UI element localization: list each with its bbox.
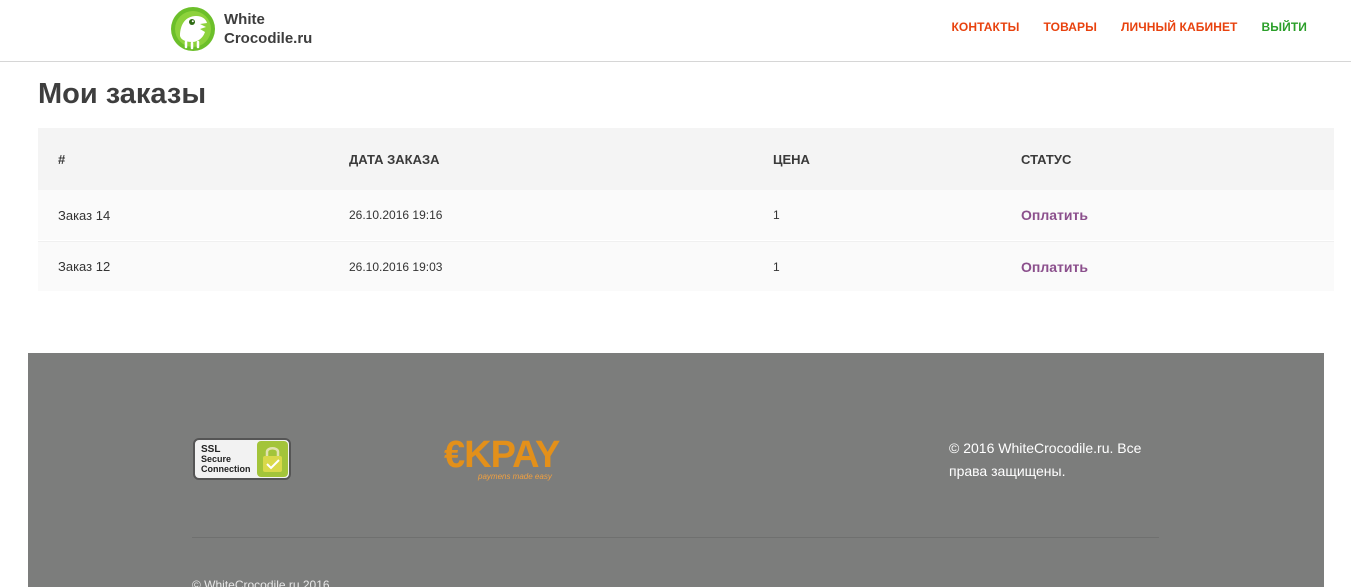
main-nav: КОНТАКТЫ ТОВАРЫ ЛИЧНЫЙ КАБИНЕТ ВЫЙТИ [951, 20, 1307, 34]
ssl-line-3: Connection [201, 464, 251, 474]
table-row: Заказ 12 26.10.2016 19:03 1 Оплатить [38, 241, 1334, 292]
logo-line-1: White [224, 11, 265, 28]
order-price: 1 [773, 259, 780, 274]
pay-link[interactable]: Оплатить [1021, 259, 1088, 275]
crocodile-logo-icon [171, 7, 215, 51]
column-header-price: ЦЕНА [773, 151, 810, 167]
table-row: Заказ 14 26.10.2016 19:16 1 Оплатить [38, 190, 1334, 241]
column-header-date: ДАТА ЗАКАЗА [349, 151, 440, 167]
footer-bottom-text: © WhiteCrocodile.ru 2016 [192, 578, 330, 587]
pay-link[interactable]: Оплатить [1021, 207, 1088, 223]
okpay-logo: €KPAY paymens made easy [444, 434, 561, 481]
footer-divider [192, 537, 1159, 538]
footer-copyright: © 2016 WhiteCrocodile.ru. Все права защи… [949, 440, 1142, 479]
site-header: White Crocodile.ru КОНТАКТЫ ТОВАРЫ ЛИЧНЫ… [0, 0, 1351, 62]
table-header-row: # ДАТА ЗАКАЗА ЦЕНА СТАТУС [38, 128, 1334, 190]
site-footer: SSL Secure Connection €KPAY paymens made… [28, 353, 1324, 587]
order-date: 26.10.2016 19:03 [349, 259, 443, 274]
orders-table: # ДАТА ЗАКАЗА ЦЕНА СТАТУС Заказ 14 26.10… [38, 128, 1334, 292]
okpay-tagline: paymens made easy [477, 472, 553, 481]
nav-logout[interactable]: ВЫЙТИ [1262, 20, 1308, 34]
okpay-brand: €KPAY [444, 434, 560, 476]
page-title: Мои заказы [38, 78, 207, 110]
order-number: Заказ 12 [58, 259, 111, 274]
ssl-line-2: Secure [201, 454, 231, 464]
order-date: 26.10.2016 19:16 [349, 208, 443, 222]
nav-account[interactable]: ЛИЧНЫЙ КАБИНЕТ [1121, 20, 1238, 34]
site-logo[interactable]: White Crocodile.ru [170, 6, 312, 52]
column-header-status: СТАТУС [1021, 151, 1072, 167]
nav-contacts[interactable]: КОНТАКТЫ [951, 20, 1019, 34]
column-header-number: # [58, 151, 66, 167]
logo-line-2: Crocodile.ru [224, 30, 313, 47]
ssl-secure-badge: SSL Secure Connection [193, 438, 291, 480]
order-price: 1 [773, 208, 780, 222]
order-number: Заказ 14 [58, 207, 111, 223]
nav-products[interactable]: ТОВАРЫ [1044, 20, 1097, 34]
logo-text: White Crocodile.ru [224, 10, 312, 48]
